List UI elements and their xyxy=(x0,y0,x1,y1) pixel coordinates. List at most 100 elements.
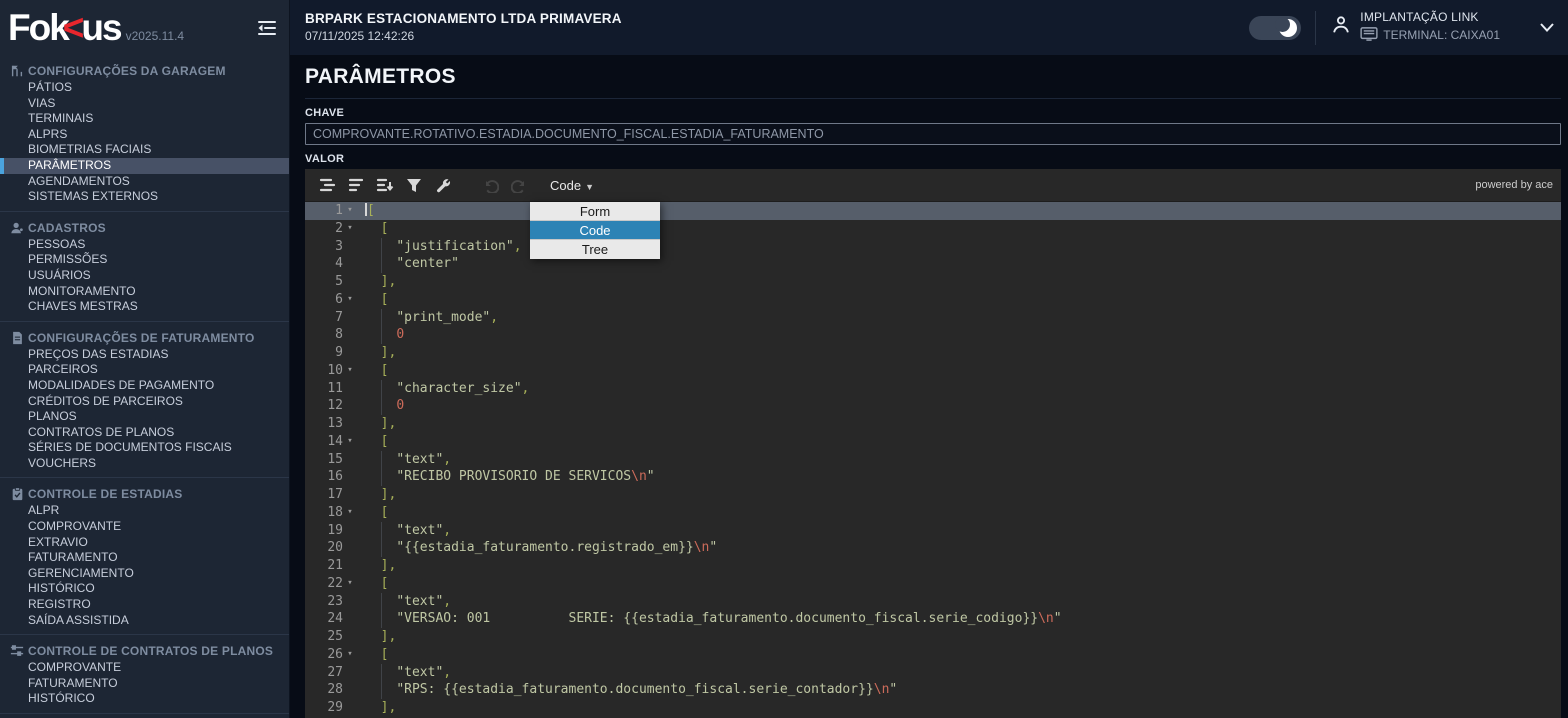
sidebar-item-planos[interactable]: PLANOS xyxy=(0,409,289,425)
fold-arrow[interactable]: ▾ xyxy=(343,504,357,522)
fold-arrow[interactable]: ▾ xyxy=(343,646,357,664)
format-icon[interactable] xyxy=(313,172,341,198)
chevron-down-icon[interactable] xyxy=(1540,23,1554,32)
code-line[interactable]: 2▾ [ xyxy=(305,220,1561,238)
code-line[interactable]: 6▾ [ xyxy=(305,291,1561,309)
code-line[interactable]: 18▾ [ xyxy=(305,504,1561,522)
mode-option-code[interactable]: Code xyxy=(530,221,660,240)
sidebar-section-header[interactable]: CONFIGURAÇÕES DA GARAGEM xyxy=(0,62,289,80)
code-line[interactable]: 3 "justification", xyxy=(305,238,1561,256)
line-number: 22 xyxy=(305,575,343,593)
sidebar-item-comprovante[interactable]: COMPROVANTE xyxy=(0,519,289,535)
sidebar-item-sa-da-assistida[interactable]: SAÍDA ASSISTIDA xyxy=(0,613,289,629)
sidebar-item-alprs[interactable]: ALPRS xyxy=(0,127,289,143)
code-text: [ xyxy=(357,291,388,309)
fold-arrow[interactable]: ▾ xyxy=(343,202,357,220)
code-line[interactable]: 23 "text", xyxy=(305,593,1561,611)
code-text: ], xyxy=(357,699,396,717)
chave-input[interactable] xyxy=(305,123,1561,145)
code-line[interactable]: 16 "RECIBO PROVISORIO DE SERVICOS\n" xyxy=(305,468,1561,486)
sidebar-item-cr-ditos-de-parceiros[interactable]: CRÉDITOS DE PARCEIROS xyxy=(0,394,289,410)
code-line[interactable]: 29 ], xyxy=(305,699,1561,717)
code-line[interactable]: 10▾ [ xyxy=(305,362,1561,380)
repair-icon[interactable] xyxy=(429,172,457,198)
sidebar-section: CONFIGURAÇÕES DA GARAGEMPÁTIOSVIASTERMIN… xyxy=(0,55,289,212)
sidebar-section: CADASTROSPESSOASPERMISSÕESUSUÁRIOSMONITO… xyxy=(0,212,289,322)
json-editor[interactable]: Code▼powered by ace FormCodeTree 1▾[2▾ [… xyxy=(305,169,1561,718)
sidebar-item-contratos-de-planos[interactable]: CONTRATOS DE PLANOS xyxy=(0,425,289,441)
code-line[interactable]: 26▾ [ xyxy=(305,646,1561,664)
sidebar-item-s-ries-de-documentos-fiscais[interactable]: SÉRIES DE DOCUMENTOS FISCAIS xyxy=(0,440,289,456)
code-line[interactable]: 14▾ [ xyxy=(305,433,1561,451)
sidebar-item-vouchers[interactable]: VOUCHERS xyxy=(0,456,289,472)
code-line[interactable]: 1▾[ xyxy=(305,202,1561,220)
sidebar-item-pessoas[interactable]: PESSOAS xyxy=(0,237,289,253)
mode-select-button[interactable]: Code▼ xyxy=(544,175,600,196)
fold-arrow[interactable]: ▾ xyxy=(343,575,357,593)
sidebar-section-header[interactable]: CADASTROS xyxy=(0,219,289,237)
sidebar-item-permiss-es[interactable]: PERMISSÕES xyxy=(0,252,289,268)
code-line[interactable]: 21 ], xyxy=(305,557,1561,575)
code-line[interactable]: 25 ], xyxy=(305,628,1561,646)
code-line[interactable]: 5 ], xyxy=(305,273,1561,291)
code-line[interactable]: 19 "text", xyxy=(305,522,1561,540)
mode-option-tree[interactable]: Tree xyxy=(530,240,660,259)
sidebar-item-hist-rico[interactable]: HISTÓRICO xyxy=(0,581,289,597)
sidebar-item-vias[interactable]: VIAS xyxy=(0,96,289,112)
sidebar-item-agendamentos[interactable]: AGENDAMENTOS xyxy=(0,174,289,190)
sidebar-item-p-tios[interactable]: PÁTIOS xyxy=(0,80,289,96)
sidebar-collapse-icon[interactable] xyxy=(257,20,277,36)
code-line[interactable]: 11 "character_size", xyxy=(305,380,1561,398)
code-text: "RPS: {{estadia_faturamento.documento_fi… xyxy=(357,681,897,699)
sidebar-item-sistemas-externos[interactable]: SISTEMAS EXTERNOS xyxy=(0,189,289,205)
sidebar-item-comprovante[interactable]: COMPROVANTE xyxy=(0,660,289,676)
code-line[interactable]: 24 "VERSAO: 001 SERIE: {{estadia_faturam… xyxy=(305,610,1561,628)
sidebar-item-terminais[interactable]: TERMINAIS xyxy=(0,111,289,127)
sidebar-section-header[interactable]: CONFIGURAÇÕES DE FATURAMENTO xyxy=(0,329,289,347)
code-line[interactable]: 7 "print_mode", xyxy=(305,309,1561,327)
fold-arrow[interactable]: ▾ xyxy=(343,291,357,309)
code-line[interactable]: 15 "text", xyxy=(305,451,1561,469)
sidebar-section-header[interactable]: CONTROLE DE ESTADIAS xyxy=(0,485,289,503)
mode-option-form[interactable]: Form xyxy=(530,202,660,221)
sidebar-item-pre-os-das-estadias[interactable]: PREÇOS DAS ESTADIAS xyxy=(0,347,289,363)
code-line[interactable]: 27 "text", xyxy=(305,664,1561,682)
sidebar-item-faturamento[interactable]: FATURAMENTO xyxy=(0,676,289,692)
sidebar-item-alpr[interactable]: ALPR xyxy=(0,503,289,519)
logo-text-left: Fok xyxy=(8,7,68,49)
sidebar-item-par-metros[interactable]: PARÂMETROS xyxy=(0,158,289,174)
compact-icon[interactable] xyxy=(342,172,370,198)
sidebar-item-extravio[interactable]: EXTRAVIO xyxy=(0,535,289,551)
code-line[interactable]: 8 0 xyxy=(305,326,1561,344)
fold-arrow[interactable]: ▾ xyxy=(343,362,357,380)
sidebar-item-chaves-mestras[interactable]: CHAVES MESTRAS xyxy=(0,299,289,315)
sidebar-item-hist-rico[interactable]: HISTÓRICO xyxy=(0,691,289,707)
code-line[interactable]: 4 "center" xyxy=(305,255,1561,273)
code-line[interactable]: 20 "{{estadia_faturamento.registrado_em}… xyxy=(305,539,1561,557)
dark-mode-toggle[interactable] xyxy=(1249,16,1301,40)
code-line[interactable]: 22▾ [ xyxy=(305,575,1561,593)
sidebar-item-faturamento[interactable]: FATURAMENTO xyxy=(0,550,289,566)
code-line[interactable]: 17 ], xyxy=(305,486,1561,504)
line-number: 18 xyxy=(305,504,343,522)
sidebar-item-gerenciamento[interactable]: GERENCIAMENTO xyxy=(0,566,289,582)
sidebar-item-registro[interactable]: REGISTRO xyxy=(0,597,289,613)
sidebar-item-monitoramento[interactable]: MONITORAMENTO xyxy=(0,284,289,300)
code-text: ], xyxy=(357,486,396,504)
code-line[interactable]: 28 "RPS: {{estadia_faturamento.documento… xyxy=(305,681,1561,699)
fold-arrow[interactable]: ▾ xyxy=(343,220,357,238)
sidebar-item-modalidades-de-pagamento[interactable]: MODALIDADES DE PAGAMENTO xyxy=(0,378,289,394)
code-line[interactable]: 13 ], xyxy=(305,415,1561,433)
code-lines[interactable]: 1▾[2▾ [3 "justification",4 "center"5 ],6… xyxy=(305,202,1561,717)
code-line[interactable]: 12 0 xyxy=(305,397,1561,415)
sort-icon[interactable] xyxy=(371,172,399,198)
user-menu[interactable]: IMPLANTAÇÃO LINK TERMINAL: CAIXA0 xyxy=(1330,10,1500,45)
sidebar-item-biometrias-faciais[interactable]: BIOMETRIAS FACIAIS xyxy=(0,142,289,158)
sidebar-item-usu-rios[interactable]: USUÁRIOS xyxy=(0,268,289,284)
fold-arrow[interactable]: ▾ xyxy=(343,433,357,451)
fold-arrow xyxy=(343,255,357,273)
sidebar-section-header[interactable]: CONTROLE DE CONTRATOS DE PLANOS xyxy=(0,642,289,660)
filter-icon[interactable] xyxy=(400,172,428,198)
code-line[interactable]: 9 ], xyxy=(305,344,1561,362)
sidebar-item-parceiros[interactable]: PARCEIROS xyxy=(0,362,289,378)
